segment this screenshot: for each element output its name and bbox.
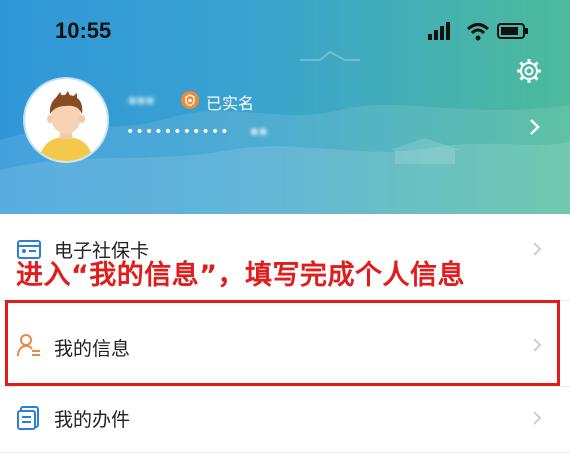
chevron-right-icon [533,411,542,425]
profile-screen: 10:55 ▪▪▪ 已实名 ••••••••••• ▪▪ 电子社保卡 我的信息 … [0,0,570,457]
battery-icon [497,23,528,39]
documents-icon [17,406,39,430]
chevron-right-icon [533,242,542,256]
id-number-masked: ••••••••••• [126,124,230,140]
instruction-annotation: 进入“我的信息”，填写完成个人信息 [16,260,465,291]
divider [0,452,570,453]
wifi-icon [466,23,490,41]
id-number-suffix-redacted: ▪▪ [250,124,268,139]
avatar[interactable] [25,79,107,161]
menu-item-my-applications[interactable]: 我的办件 [0,387,570,457]
signal-icon [428,22,450,40]
verification-status: 已实名 [206,94,255,113]
status-icons [428,22,528,41]
highlight-box [5,300,560,386]
profile-header: 10:55 ▪▪▪ 已实名 ••••••••••• ▪▪ [0,0,570,214]
status-time: 10:55 [55,18,112,43]
chevron-right-icon[interactable] [528,117,542,137]
user-name-redacted: ▪▪▪ [128,93,155,108]
menu-item-label: 我的办件 [54,409,131,431]
avatar-illustration [25,79,107,161]
verified-badge-icon [181,91,199,109]
gear-icon[interactable] [516,58,542,84]
